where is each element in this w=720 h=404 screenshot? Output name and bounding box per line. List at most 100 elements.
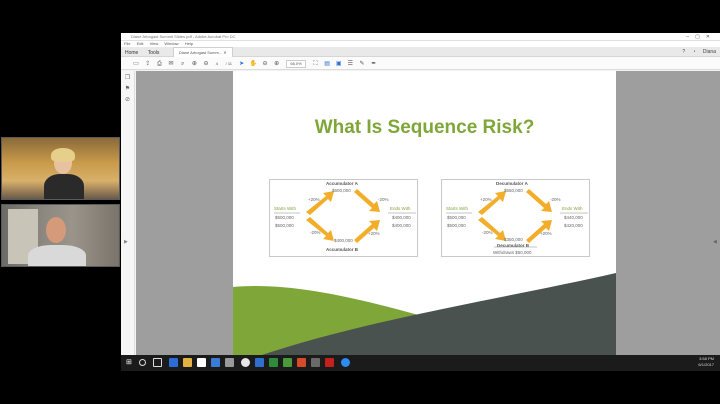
accumulator-ends-label: Ends With: [390, 206, 411, 211]
edge-icon[interactable]: [169, 358, 178, 367]
app-title-bar: Diane Arbogast Summit Slides.pdf - Adobe…: [121, 33, 720, 41]
menu-view[interactable]: View: [150, 41, 159, 46]
cortana-icon[interactable]: [139, 359, 146, 366]
acrobat-icon[interactable]: [325, 358, 334, 367]
decumulator-withdraws: Withdraws $50,000: [493, 250, 532, 255]
document-view: What Is Sequence Risk? Accumulator A $60…: [136, 71, 720, 371]
bookmark-icon[interactable]: ⚑: [121, 85, 134, 93]
accumulator-starts-label: Starts With: [274, 206, 297, 211]
decumulator-pct-1: +20%: [480, 197, 492, 202]
app-icon-2[interactable]: [283, 358, 292, 367]
zoom-in-icon[interactable]: ⊕: [272, 58, 282, 71]
powerpoint-icon[interactable]: [297, 358, 306, 367]
window-controls[interactable]: –▢✕: [686, 33, 716, 41]
decumulator-b-value: $350,000: [504, 237, 523, 242]
attachment-icon[interactable]: ⊘: [121, 96, 134, 104]
save-icon[interactable]: ▭: [131, 58, 141, 71]
decumulator-a-label: Decumulator A: [496, 181, 528, 186]
read-mode-icon[interactable]: ☰: [345, 58, 355, 71]
file-explorer-icon[interactable]: [183, 358, 192, 367]
accumulator-pct-1: +20%: [308, 197, 320, 202]
accumulator-b-label: Accumulator B: [326, 247, 359, 252]
zoom-level[interactable]: 66.0%: [286, 60, 306, 68]
user-name[interactable]: Diana: [703, 49, 716, 55]
decumulator-starts-value-2: $500,000: [447, 223, 466, 228]
highlight-icon[interactable]: ✒: [369, 58, 379, 71]
tab-bar: Home Tools Diane Arbogast Summ... ✕ ? ◔ …: [121, 47, 720, 57]
comment-icon[interactable]: ✎: [357, 58, 367, 71]
scroll-mode-icon[interactable]: ▤: [322, 58, 332, 71]
word-icon[interactable]: [255, 358, 264, 367]
zoom-app-icon[interactable]: [341, 358, 350, 367]
webcam-panel-guest: [1, 204, 120, 267]
excel-icon[interactable]: [269, 358, 278, 367]
print-icon[interactable]: ⎙: [154, 58, 164, 71]
decumulator-pct-4: +20%: [540, 231, 552, 236]
help-icon[interactable]: ?: [682, 49, 685, 55]
decumulator-ends-value-1: $440,000: [564, 215, 583, 220]
decumulator-starts-label: Starts With: [446, 206, 469, 211]
decumulator-b-label: Decumulator B: [497, 243, 530, 248]
clock-time: 3:58 PM: [699, 356, 714, 361]
accumulator-pct-3: -20%: [310, 230, 321, 235]
accumulator-a-value: $600,000: [332, 188, 351, 193]
hand-tool-icon[interactable]: ✋: [248, 58, 258, 71]
decumulator-starts-value-1: $500,000: [447, 215, 466, 220]
export-icon[interactable]: ▣: [334, 58, 344, 71]
page-total: / 11: [225, 61, 232, 66]
meeting-recording: Diane Arbogast Summit Slides.pdf - Adobe…: [0, 0, 720, 404]
search-icon[interactable]: ⌕: [178, 58, 188, 71]
os-taskbar: ⊞ 3:58 PM 6/1/2017: [121, 355, 720, 371]
store-icon[interactable]: [197, 358, 206, 367]
decumulator-a-value: $550,000: [504, 188, 523, 193]
expand-left-pane-icon[interactable]: ▶: [124, 239, 128, 245]
slide-title: What Is Sequence Risk?: [314, 117, 535, 138]
accumulator-ends-value-1: $400,000: [392, 215, 411, 220]
fit-page-icon[interactable]: ⛶: [310, 58, 320, 71]
select-tool-icon[interactable]: ➤: [237, 58, 247, 71]
zoom-out-icon[interactable]: ⊖: [260, 58, 270, 71]
accumulator-ends-value-2: $400,000: [392, 223, 411, 228]
menu-file[interactable]: File: [124, 41, 130, 46]
expand-right-pane-icon[interactable]: ◀: [713, 239, 717, 245]
bell-icon[interactable]: ◔: [693, 49, 696, 55]
tab-bar-right: ? ◔ Diana: [676, 47, 716, 57]
pages-icon[interactable]: ❐: [121, 74, 134, 82]
clock-date: 6/1/2017: [698, 362, 714, 367]
mail-icon[interactable]: ✉: [166, 58, 176, 71]
page-up-icon[interactable]: ⊕: [189, 58, 199, 71]
upload-icon[interactable]: ⇪: [143, 58, 153, 71]
tab-document-label: Diane Arbogast Summ...: [178, 50, 223, 55]
accumulator-pct-4: +20%: [368, 231, 380, 236]
app-icon-1[interactable]: [225, 358, 234, 367]
page-down-icon[interactable]: ⊖: [201, 58, 211, 71]
left-navigation-pane: ❐ ⚑ ⊘ ▶: [121, 71, 135, 371]
decumulator-pct-2: -20%: [550, 197, 561, 202]
accumulator-a-label: Accumulator A: [326, 181, 358, 186]
menu-window[interactable]: Window: [164, 41, 178, 46]
window-title: Diane Arbogast Summit Slides.pdf - Adobe…: [131, 34, 236, 39]
right-pane-collapsed: ◀: [712, 71, 720, 371]
shared-screen: Diane Arbogast Summit Slides.pdf - Adobe…: [121, 33, 720, 371]
pdf-page: What Is Sequence Risk? Accumulator A $60…: [233, 71, 616, 371]
decumulator-ends-label: Ends With: [562, 206, 583, 211]
accumulator-diagram: Accumulator A $600,000 Starts With $500,…: [269, 179, 418, 257]
start-icon[interactable]: ⊞: [126, 358, 135, 367]
accumulator-b-value: $400,000: [334, 238, 353, 243]
task-view-icon[interactable]: [153, 358, 162, 367]
accumulator-starts-value-2: $500,000: [275, 223, 294, 228]
toolbar: ▭ ⇪ ⎙ ✉ ⌕ ⊕ ⊖ 4 / 11 ➤ ✋ ⊖ ⊕ 66.0% ⛶ ▤ ▣…: [121, 57, 720, 70]
menu-edit[interactable]: Edit: [137, 41, 144, 46]
menu-help[interactable]: Help: [185, 41, 193, 46]
system-clock[interactable]: 3:58 PM 6/1/2017: [698, 356, 714, 368]
accumulator-pct-2: -20%: [378, 197, 389, 202]
decumulator-ends-value-2: $420,000: [564, 223, 583, 228]
tab-document[interactable]: Diane Arbogast Summ... ✕: [172, 47, 233, 57]
app-icon-3[interactable]: [311, 358, 320, 367]
chrome-icon[interactable]: [241, 358, 250, 367]
decumulator-pct-3: -20%: [482, 230, 493, 235]
mail-app-icon[interactable]: [211, 358, 220, 367]
page-current[interactable]: 4: [216, 57, 218, 70]
decumulator-diagram: Decumulator A $550,000 Starts With $500,…: [441, 179, 590, 257]
accumulator-starts-value-1: $500,000: [275, 215, 294, 220]
